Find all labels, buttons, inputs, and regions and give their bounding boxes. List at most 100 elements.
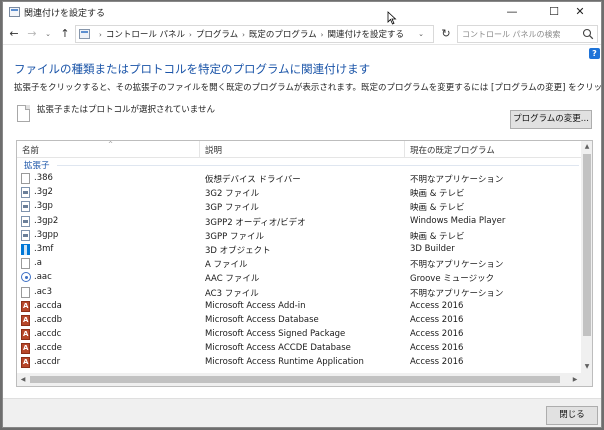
- video-file-icon: [21, 201, 30, 213]
- file-type-description: 3D オブジェクト: [205, 245, 271, 256]
- list-item[interactable]: .3gp2 3GPP2 オーディオ/ビデオ Windows Media Player: [17, 215, 581, 229]
- breadcrumb-item[interactable]: プログラム: [196, 30, 238, 40]
- recent-locations-button[interactable]: ⌄: [43, 26, 53, 42]
- list-item[interactable]: .accdb Microsoft Access Database Access 20…: [17, 314, 581, 328]
- file-type-description: 3G2 ファイル: [205, 189, 260, 200]
- horizontal-scroll-thumb[interactable]: [30, 376, 560, 383]
- list-item[interactable]: .accda Microsoft Access Add-in Access 2016: [17, 300, 581, 314]
- breadcrumb: › コントロール パネル › プログラム › 既定のプログラム › 関連付けを設定する: [95, 28, 404, 40]
- selection-status: 拡張子またはプロトコルが選択されていません: [37, 105, 215, 115]
- file-type-description: Microsoft Access Add-in: [205, 300, 306, 311]
- extension-name: .3gpp: [34, 229, 59, 240]
- back-button[interactable]: ←: [7, 26, 21, 42]
- file-type-description: 仮想デバイス ドライバー: [205, 175, 301, 185]
- forward-button[interactable]: →: [25, 26, 39, 42]
- default-program: Access 2016: [410, 357, 464, 368]
- list-item[interactable]: .3gp 3GP ファイル 映画 & テレビ: [17, 200, 581, 214]
- group-header-extensions[interactable]: 拡張子: [24, 159, 50, 171]
- builder-file-icon: [21, 243, 30, 255]
- extension-name: .3gp2: [34, 215, 59, 226]
- address-dropdown-button[interactable]: ⌄: [414, 25, 428, 43]
- default-program: Groove ミュージック: [410, 274, 495, 285]
- control-panel-icon: [9, 7, 20, 17]
- extension-name: .3g2: [34, 187, 53, 198]
- list-item[interactable]: .386 仮想デバイス ドライバー 不明なアプリケーション: [17, 172, 581, 186]
- refresh-button[interactable]: ↻: [438, 25, 454, 43]
- default-program: Access 2016: [410, 300, 464, 311]
- extension-name: .aac: [34, 272, 52, 283]
- default-program: 3D Builder: [410, 243, 455, 254]
- list-item[interactable]: .3mf 3D オブジェクト 3D Builder: [17, 243, 581, 257]
- file-type-description: Microsoft Access Database: [205, 314, 319, 325]
- scroll-up-button[interactable]: ▲: [581, 141, 592, 153]
- video-file-icon: [21, 187, 30, 199]
- breadcrumb-separator[interactable]: ›: [242, 31, 245, 39]
- file-type-description: 3GP ファイル: [205, 203, 259, 214]
- scroll-left-button[interactable]: ◀: [17, 373, 29, 386]
- list-item[interactable]: .3gpp 3GPP ファイル 映画 & テレビ: [17, 229, 581, 243]
- default-program: 不明なアプリケーション: [410, 175, 504, 185]
- file-type-description: Microsoft Access Runtime Application: [205, 357, 364, 368]
- address-bar[interactable]: › コントロール パネル › プログラム › 既定のプログラム › 関連付けを設定する: [75, 25, 434, 43]
- scroll-down-button[interactable]: ▼: [581, 361, 592, 373]
- list-header: 名前 ^ 説明 現在の既定プログラム: [17, 141, 581, 158]
- list-item[interactable]: .a A ファイル 不明なアプリケーション: [17, 257, 581, 271]
- close-button[interactable]: 閉じる: [546, 406, 598, 425]
- help-icon[interactable]: ?: [589, 48, 600, 59]
- generic-file-icon: [21, 286, 30, 298]
- video-file-icon: [21, 215, 30, 227]
- list-item[interactable]: .accdc Microsoft Access Signed Package Acc…: [17, 328, 581, 342]
- access-file-icon: [21, 314, 30, 326]
- default-program: 不明なアプリケーション: [410, 288, 504, 299]
- breadcrumb-separator[interactable]: ›: [321, 31, 324, 39]
- generic-file-icon: [21, 258, 30, 270]
- group-divider: [57, 165, 579, 166]
- column-header-description[interactable]: 説明: [205, 144, 222, 156]
- change-program-button[interactable]: プログラムの変更...: [510, 110, 592, 129]
- control-panel-icon: [79, 29, 90, 39]
- close-window-button[interactable]: ✕: [559, 2, 601, 23]
- extension-name: .386: [34, 173, 53, 183]
- breadcrumb-item[interactable]: 関連付けを設定する: [327, 30, 404, 40]
- file-type-description: AC3 ファイル: [205, 288, 259, 299]
- list-item[interactable]: .aac AAC ファイル Groove ミュージック: [17, 271, 581, 285]
- scroll-right-button[interactable]: ▶: [569, 373, 581, 386]
- page-description: 拡張子をクリックすると、その拡張子のファイルを開く既定のプログラムが表示されます…: [14, 83, 602, 93]
- search-icon[interactable]: [582, 28, 594, 40]
- vertical-scroll-thumb[interactable]: [583, 154, 591, 336]
- column-divider[interactable]: [199, 141, 200, 158]
- default-program: Access 2016: [410, 314, 464, 325]
- breadcrumb-separator[interactable]: ›: [189, 31, 192, 39]
- default-program: Access 2016: [410, 329, 464, 340]
- extension-name: .ac3: [34, 286, 52, 297]
- default-program: Windows Media Player: [410, 215, 506, 226]
- access-file-icon: [21, 343, 30, 355]
- search-box: [457, 25, 598, 43]
- list-item[interactable]: .accde Microsoft Access ACCDE Database Acc…: [17, 342, 581, 356]
- minimize-button[interactable]: —: [491, 2, 533, 23]
- list-item[interactable]: .ac3 AC3 ファイル 不明なアプリケーション: [17, 286, 581, 300]
- dialog-footer: 閉じる: [3, 398, 601, 427]
- column-header-name[interactable]: 名前: [22, 144, 39, 156]
- breadcrumb-separator[interactable]: ›: [99, 31, 102, 39]
- generic-file-icon: [21, 173, 30, 184]
- vertical-scrollbar[interactable]: ▲ ▼: [581, 141, 592, 373]
- list-rows: .386 仮想デバイス ドライバー 不明なアプリケーション .3g2 3G2 ファイル映…: [17, 172, 581, 371]
- extension-name: .accde: [34, 343, 62, 354]
- list-item[interactable]: .3g2 3G2 ファイル 映画 & テレビ: [17, 186, 581, 200]
- horizontal-scrollbar[interactable]: ◀ ▶: [17, 373, 581, 386]
- extension-name: .accdb: [34, 314, 63, 325]
- extension-name: .accdc: [34, 329, 62, 340]
- dialog-window: 関連付けを設定する — ☐ ✕ ← → ⌄ ↑ › コントロール パネル › プログラ…: [2, 1, 602, 428]
- page-title: ファイルの種類またはプロトコルを特定のプログラムに関連付けます: [14, 62, 371, 76]
- extension-name: .3mf: [34, 243, 54, 254]
- file-type-description: Microsoft Access ACCDE Database: [205, 343, 351, 354]
- list-item[interactable]: .accdr Microsoft Access Runtime Applicati…: [17, 356, 581, 370]
- breadcrumb-item[interactable]: コントロール パネル: [106, 30, 185, 40]
- breadcrumb-item[interactable]: 既定のプログラム: [249, 30, 317, 40]
- search-input[interactable]: [462, 28, 580, 40]
- extension-name: .accdr: [34, 357, 61, 368]
- up-button[interactable]: ↑: [58, 26, 72, 42]
- column-divider[interactable]: [404, 141, 405, 158]
- column-header-default-program[interactable]: 現在の既定プログラム: [410, 144, 495, 156]
